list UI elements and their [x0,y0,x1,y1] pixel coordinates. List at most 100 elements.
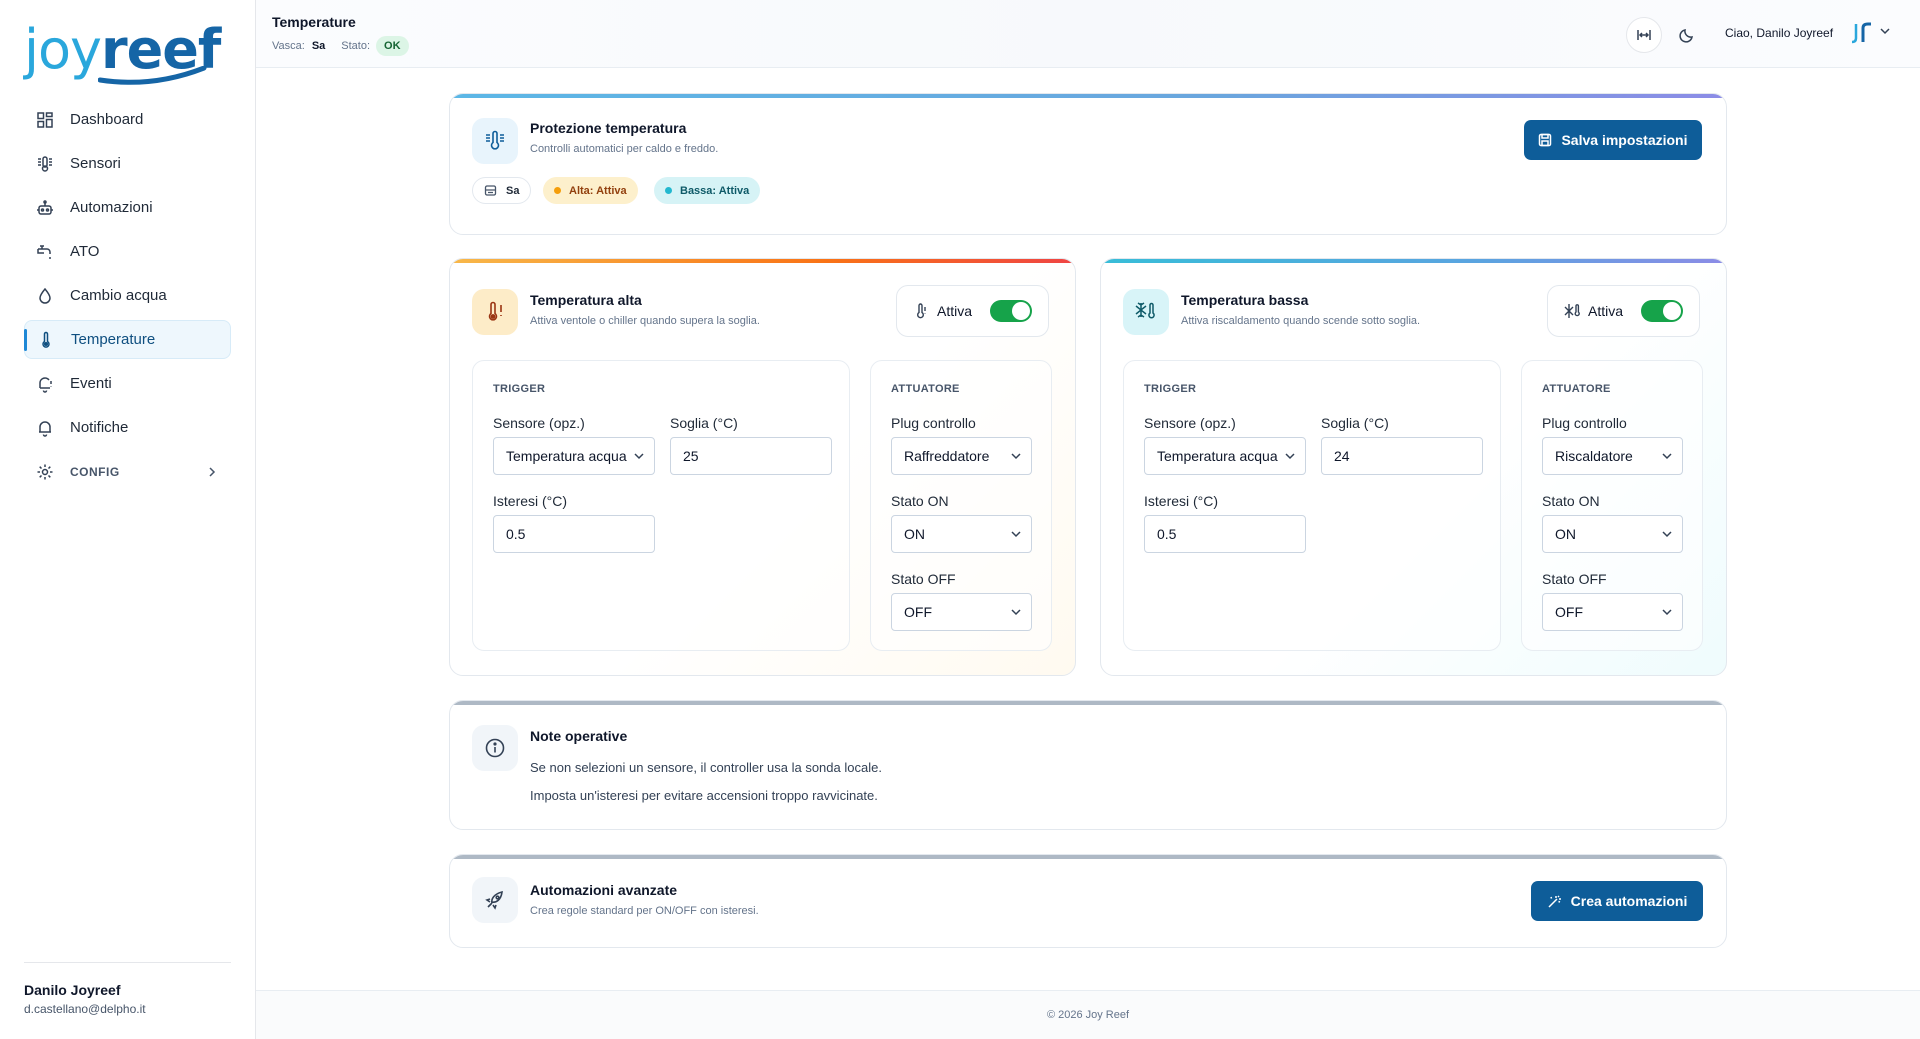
high-off-state-select[interactable]: OFF [891,593,1032,631]
notes-title: Note operative [530,728,628,744]
bell-icon [39,420,51,437]
card-accent-bar [450,701,1726,705]
high-sensor-select[interactable]: Temperatura acqua [493,437,655,475]
sidebar-item-sensori[interactable]: Sensori [24,144,231,183]
sidebar-item-ato[interactable]: ATO [24,232,231,271]
robot-icon [37,199,53,215]
avatar[interactable] [1850,18,1876,48]
high-actuator-panel: ATTUATORE Plug controllo Raffreddatore S… [870,360,1052,651]
high-enable-toggle[interactable]: Attiva [896,285,1049,337]
save-settings-button[interactable]: Salva impostazioni [1524,120,1702,160]
chevron-down-icon [1011,453,1021,460]
card-accent-bar [450,94,1726,98]
tank-value: Sa [311,40,326,52]
protection-subtitle: Controlli automatici per caldo e freddo. [530,143,719,155]
low-icon-box [1123,289,1169,335]
hysteresis-value: 0.5 [506,526,526,542]
threshold-label: Soglia (°C) [670,415,738,431]
gear-icon [37,464,53,479]
sensor-value: Temperatura acqua [506,448,627,464]
low-sensor-select[interactable]: Temperatura acqua [1144,437,1306,475]
user-greeting[interactable]: Ciao, Danilo Joyreef [1725,26,1833,40]
footer-copyright: © 2026 Joy Reef [1046,1009,1130,1021]
high-trigger-panel: TRIGGER Sensore (opz.) Temperatura acqua… [472,360,850,651]
sidebar-item-label: Dashboard [70,111,144,128]
low-status-chip: Bassa: Attiva [654,177,761,204]
create-automations-button[interactable]: Crea automazioni [1531,881,1703,921]
sidebar-item-label: Notifiche [70,419,129,436]
advanced-icon-box [472,877,518,923]
chevron-right-icon [209,466,216,477]
low-off-state-select[interactable]: OFF [1542,593,1683,631]
on-state-value: ON [1555,526,1576,542]
footer: © 2026 Joy Reef [256,990,1920,1039]
high-plug-select[interactable]: Raffreddatore [891,437,1032,475]
protection-card: Protezione temperatura Controlli automat… [449,93,1727,235]
sidebar-item-label: Sensori [70,155,121,172]
hysteresis-label: Isteresi (°C) [493,493,568,509]
chevron-down-icon [1662,453,1672,460]
sidebar-item-label: ATO [70,243,100,260]
tank-label: Vasca: [272,40,305,52]
low-threshold-input[interactable]: 24 [1321,437,1483,475]
chevron-down-icon[interactable] [1880,26,1890,36]
high-toggle-switch[interactable] [990,300,1032,322]
sidebar-item-temperature[interactable]: Temperature [24,320,231,359]
low-actuator-panel: ATTUATORE Plug controllo Riscaldatore St… [1521,360,1703,651]
create-automations-label: Crea automazioni [1570,893,1688,909]
sidebar-item-notifiche[interactable]: Notifiche [24,408,231,447]
full-width-button[interactable] [1626,17,1662,53]
high-title: Temperatura alta [530,292,642,308]
tank-chip-label: Sa [506,184,520,197]
sidebar-item-automazioni[interactable]: Automazioni [24,188,231,227]
theme-toggle-button[interactable] [1669,17,1705,53]
threshold-value: 24 [1334,448,1350,464]
sidebar-item-label: CONFIG [70,464,120,479]
joyreef-logo[interactable]: joyreef [24,18,221,85]
low-on-state-select[interactable]: ON [1542,515,1683,553]
threshold-label: Soglia (°C) [1321,415,1389,431]
low-enable-toggle[interactable]: Attiva [1547,285,1700,337]
hysteresis-label: Isteresi (°C) [1144,493,1219,509]
sidebar-user-email: d.castellano@delpho.it [24,1002,146,1016]
off-state-value: OFF [904,604,932,620]
sidebar-item-cambio-acqua[interactable]: Cambio acqua [24,276,231,315]
chevron-down-icon [1011,609,1021,616]
snowflake-icon [1564,304,1580,318]
high-threshold-input[interactable]: 25 [670,437,832,475]
chevron-down-icon [1662,609,1672,616]
low-hysteresis-input[interactable]: 0.5 [1144,515,1306,553]
sidebar-item-eventi[interactable]: Eventi [24,364,231,403]
notes-icon-box [472,725,518,771]
high-toggle-label: Attiva [937,303,973,319]
expand-width-icon [1637,30,1651,40]
sensors-icon [38,155,52,172]
low-toggle-switch[interactable] [1641,300,1683,322]
protection-icon-box [472,118,518,164]
chevron-down-icon [1285,453,1295,460]
save-icon [1539,133,1552,147]
chevron-down-icon [1662,531,1672,538]
thermometer-icon [917,303,926,319]
card-accent-bar [450,855,1726,859]
on-state-value: ON [904,526,925,542]
card-accent-bar [1101,259,1726,263]
threshold-value: 25 [683,448,699,464]
high-temperature-card: Temperatura alta Attiva ventole o chille… [449,258,1076,676]
info-icon [485,738,505,758]
thermometer-cold-icon [1135,302,1155,319]
status-label: Stato: [341,40,371,52]
sidebar-item-config[interactable]: CONFIG [24,452,231,491]
on-state-label: Stato ON [891,493,949,509]
sidebar-item-dashboard[interactable]: Dashboard [24,100,231,139]
advanced-title: Automazioni avanzate [530,882,678,898]
low-plug-select[interactable]: Riscaldatore [1542,437,1683,475]
faucet-icon [37,244,51,259]
sidebar-item-label: Temperature [71,331,156,348]
sidebar-item-label: Eventi [70,375,112,392]
high-on-state-select[interactable]: ON [891,515,1032,553]
plug-label: Plug controllo [1542,415,1627,431]
high-hysteresis-input[interactable]: 0.5 [493,515,655,553]
protection-title: Protezione temperatura [530,120,687,136]
notes-card: Note operative Se non selezioni un senso… [449,700,1727,830]
